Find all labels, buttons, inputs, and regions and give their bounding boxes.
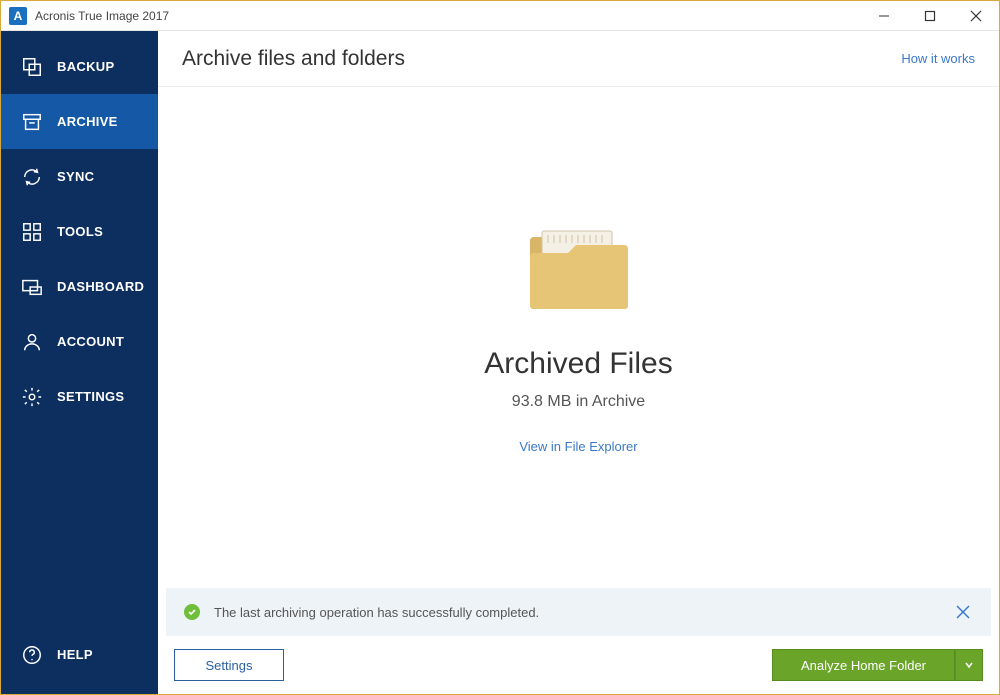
analyze-home-folder-button[interactable]: Analyze Home Folder (772, 649, 955, 681)
dashboard-icon (21, 276, 43, 298)
chevron-down-icon (964, 660, 974, 670)
main-header: Archive files and folders How it works (158, 31, 999, 87)
account-icon (21, 331, 43, 353)
close-button[interactable] (953, 1, 999, 31)
sidebar-item-label: SETTINGS (57, 389, 124, 404)
archive-content: Archived Files 93.8 MB in Archive View i… (158, 87, 999, 588)
how-it-works-link[interactable]: How it works (901, 51, 975, 66)
archive-heading: Archived Files (484, 347, 672, 381)
gear-icon (21, 386, 43, 408)
sidebar-item-archive[interactable]: ARCHIVE (1, 94, 158, 149)
folder-illustration (524, 221, 634, 311)
sidebar-item-label: ACCOUNT (57, 334, 124, 349)
archive-icon (21, 111, 43, 133)
sidebar-item-label: BACKUP (57, 59, 114, 74)
sidebar: BACKUP ARCHIVE SYNC (1, 31, 158, 694)
app-window: A Acronis True Image 2017 BACKUP (0, 0, 1000, 695)
minimize-button[interactable] (861, 1, 907, 31)
settings-button[interactable]: Settings (174, 649, 284, 681)
analyze-dropdown-button[interactable] (955, 649, 983, 681)
view-in-explorer-link[interactable]: View in File Explorer (519, 439, 637, 454)
bottom-bar: Settings Analyze Home Folder (158, 636, 999, 694)
maximize-button[interactable] (907, 1, 953, 31)
archive-size: 93.8 MB in Archive (512, 393, 645, 411)
status-text: The last archiving operation has success… (214, 605, 939, 620)
app-icon: A (9, 7, 27, 25)
sidebar-item-sync[interactable]: SYNC (1, 149, 158, 204)
backup-icon (21, 56, 43, 78)
page-title: Archive files and folders (182, 47, 901, 71)
sync-icon (21, 166, 43, 188)
sidebar-item-label: SYNC (57, 169, 94, 184)
sidebar-item-help[interactable]: HELP (1, 627, 158, 682)
success-check-icon (184, 604, 200, 620)
analyze-button-group: Analyze Home Folder (772, 649, 983, 681)
sidebar-item-dashboard[interactable]: DASHBOARD (1, 259, 158, 314)
sidebar-item-label: ARCHIVE (57, 114, 118, 129)
tools-icon (21, 221, 43, 243)
help-icon (21, 644, 43, 666)
sidebar-item-tools[interactable]: TOOLS (1, 204, 158, 259)
sidebar-item-label: TOOLS (57, 224, 103, 239)
sidebar-item-settings[interactable]: SETTINGS (1, 369, 158, 424)
window-title: Acronis True Image 2017 (35, 9, 169, 23)
sidebar-item-account[interactable]: ACCOUNT (1, 314, 158, 369)
status-close-button[interactable] (953, 602, 973, 622)
main-panel: Archive files and folders How it works (158, 31, 999, 694)
sidebar-item-backup[interactable]: BACKUP (1, 39, 158, 94)
sidebar-item-label: DASHBOARD (57, 279, 144, 294)
title-bar: A Acronis True Image 2017 (1, 1, 999, 31)
status-bar: The last archiving operation has success… (166, 588, 991, 636)
sidebar-item-label: HELP (57, 647, 93, 662)
